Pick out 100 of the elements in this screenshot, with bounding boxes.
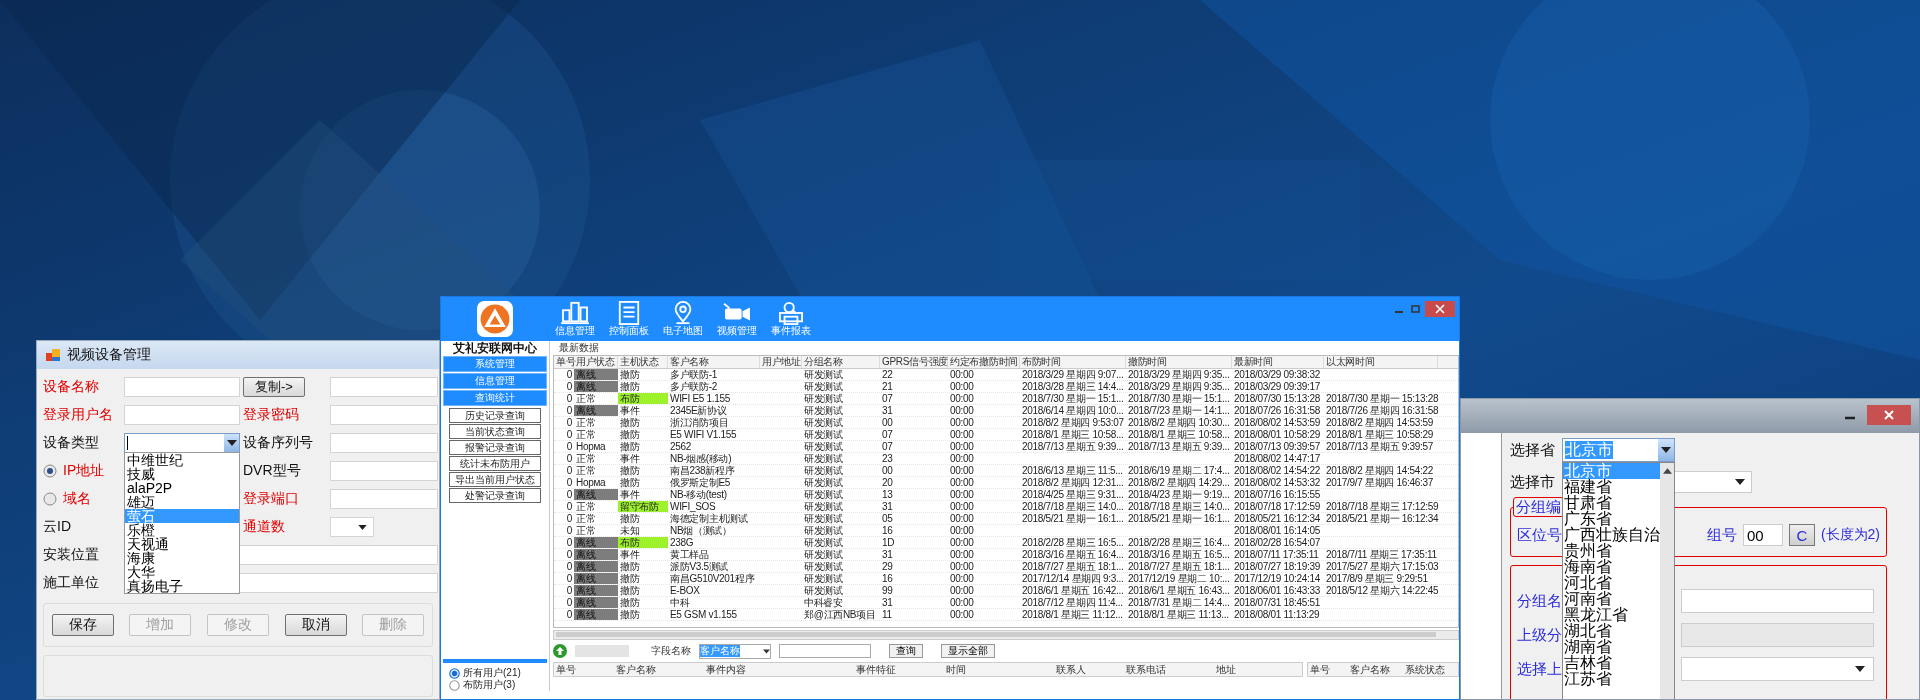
table-cell-text: 2018/08/01 10:58:29	[1233, 429, 1322, 440]
table-cell-text: 0	[565, 393, 573, 404]
table-cell-text: 郑@江西NB项目	[803, 609, 877, 620]
table-cell-text: 238G	[669, 537, 695, 548]
table-cell-text: 2018/06/01 16:43:33	[1233, 585, 1322, 596]
table-cell-text: 2018/2/28 星期三 16:5...	[1021, 537, 1125, 548]
table-cell-text: 中科睿安	[803, 597, 844, 608]
table-cell-text: 07	[881, 429, 894, 440]
field-label: 设备类型	[43, 434, 99, 452]
field-label: 字段名称	[651, 644, 691, 658]
table-cell-text: 事件	[619, 489, 641, 500]
table-cell-text: 多户联防-1	[669, 369, 719, 380]
table-cell: 离线	[574, 405, 618, 416]
field-label: 通道数	[243, 518, 285, 536]
table-cell-text: 2017/8/9 星期三 9:29:51	[1325, 573, 1429, 584]
table-cell-text: 研发测试	[803, 381, 844, 392]
table-cell-text: 0	[565, 489, 573, 500]
field-label: 云ID	[43, 518, 71, 536]
table-cell-text: 俄罗斯定制E5	[669, 477, 732, 488]
table-cell: 离线	[574, 597, 618, 608]
table-cell-text: 00:00	[949, 465, 975, 476]
table-cell-text: 研发测试	[803, 513, 844, 524]
table-cell-text: 事件	[619, 453, 641, 464]
table-cell-text: 07	[881, 393, 894, 404]
table-cell-text: 2018/5/12 星期六 14:22:45	[1325, 585, 1438, 596]
table-cell-text: 2018/07/16 16:15:55	[1233, 489, 1322, 500]
table-cell-text: 16	[881, 525, 894, 536]
table-cell-text: 23	[881, 453, 894, 464]
table-cell-text: 2018/5/21 星期一 16:1...	[1021, 513, 1125, 524]
field-label: 登录用户名	[43, 406, 113, 424]
table-cell-text: 正常	[575, 429, 597, 440]
table-cell-text: 00:00	[949, 537, 975, 548]
table-cell-text: 00:00	[949, 585, 975, 596]
table-cell-text: 2018/8/2 星期四 9:53:07	[1021, 417, 1125, 428]
table-cell-text: 撤防	[619, 369, 641, 380]
table-cell-text: 2018/7/31 星期二 14:4...	[1127, 597, 1231, 608]
table-cell-text: WIFI_SOS	[669, 501, 717, 512]
table-cell-text: 2018/6/13 星期三 11:5...	[1021, 465, 1124, 476]
table-cell-text: 未知	[619, 525, 641, 536]
table-cell-text: 0	[565, 477, 573, 488]
table-cell-text: 2018/4/23 星期一 9:19...	[1127, 489, 1231, 500]
table-cell-text: 00:00	[949, 429, 975, 440]
table-cell-text: 00:00	[949, 393, 975, 404]
table-cell-text: 0	[565, 369, 573, 380]
table-cell-text: 2018/6/1 星期五 16:42...	[1021, 585, 1125, 596]
field-label: 区位号	[1517, 525, 1562, 545]
table-cell-text: 00:00	[949, 597, 975, 608]
table-cell: 离线	[574, 573, 618, 584]
table-cell-text: 2018/08/02 14:54:22	[1233, 465, 1322, 476]
table-cell-text: 00:00	[949, 477, 975, 488]
field-label: DVR型号	[243, 462, 301, 480]
table-cell-text: 1D	[881, 537, 896, 548]
table-cell-text: Норма	[575, 477, 607, 488]
table-cell-text: 16	[881, 573, 894, 584]
window-title: 视频设备管理	[67, 346, 151, 364]
brand-name: 艾礼安联网中心	[453, 341, 537, 356]
field-label: 设备名称	[43, 378, 99, 396]
table-cell-text: 00:00	[949, 549, 975, 560]
table-cell-text: 00:00	[949, 441, 975, 452]
table-cell-text: 2018/8/2 星期四 14:29...	[1127, 477, 1231, 488]
table-cell-text: 00:00	[949, 453, 975, 464]
table-cell-text: 正常	[575, 453, 596, 464]
table-cell-text: 2018/3/16 星期五 16:4...	[1021, 549, 1125, 560]
table-cell-text: 0	[565, 537, 573, 548]
table-cell-text: 0	[565, 405, 573, 416]
table-cell-text: 31	[881, 405, 894, 416]
field-label: 登录端口	[243, 490, 299, 508]
table-cell-text: 00:00	[949, 609, 975, 620]
table-cell-text: 0	[565, 417, 573, 428]
table-cell-text: 2018/07/31 18:45:51	[1233, 597, 1322, 608]
table-cell-text: 撤防	[619, 609, 641, 620]
table-cell-text: NB-烟感(移动)	[669, 453, 732, 464]
table-cell-text: 2018/08/01 11:13:29	[1233, 609, 1321, 620]
table-cell-text: 2018/7/18 星期三 17:12:59	[1325, 501, 1438, 512]
table-cell-text: 0	[565, 381, 573, 392]
table-cell-text: 正常	[575, 525, 597, 536]
table-cell-text: 2018/07/13 09:39:57	[1233, 441, 1322, 452]
table-cell-text: 多户联防-2	[669, 381, 719, 392]
table-cell-text: 29	[881, 561, 894, 572]
table-cell-text: 撤防	[619, 585, 641, 596]
table-cell-text: 黄工样品	[669, 549, 710, 560]
length-hint: (长度为2)	[1820, 526, 1880, 544]
table-cell-text: 2018/8/2 星期四 10:30...	[1127, 417, 1231, 428]
table-cell-text: 2018/7/13 星期五 9:39:57	[1325, 441, 1435, 452]
field-label: 选择上	[1517, 659, 1563, 679]
table-cell-text: 研发测试	[803, 465, 844, 476]
table-cell-text: 研发测试	[803, 525, 844, 536]
table-cell-text: 撤防	[619, 561, 641, 572]
table-cell-text: 研发测试	[803, 417, 844, 428]
table-cell-text: 2018/3/16 星期五 16:5...	[1127, 549, 1231, 560]
table-cell-text: 00:00	[949, 381, 975, 392]
table-cell-text: 研发测试	[803, 477, 844, 488]
table-cell-text: 2018/08/02 14:47:17	[1233, 453, 1322, 464]
table-cell-text: 2018/08/01 16:14:05	[1233, 525, 1322, 536]
table-cell-text: 0	[565, 597, 573, 608]
table-cell-text: 2018/8/1 星期三 11:12...	[1021, 609, 1124, 620]
table-cell-text: 0	[565, 609, 573, 620]
table-cell-text: 正常	[575, 393, 597, 404]
table-cell-text: 中科	[669, 597, 691, 608]
table-cell-text: 撤防	[619, 597, 641, 608]
